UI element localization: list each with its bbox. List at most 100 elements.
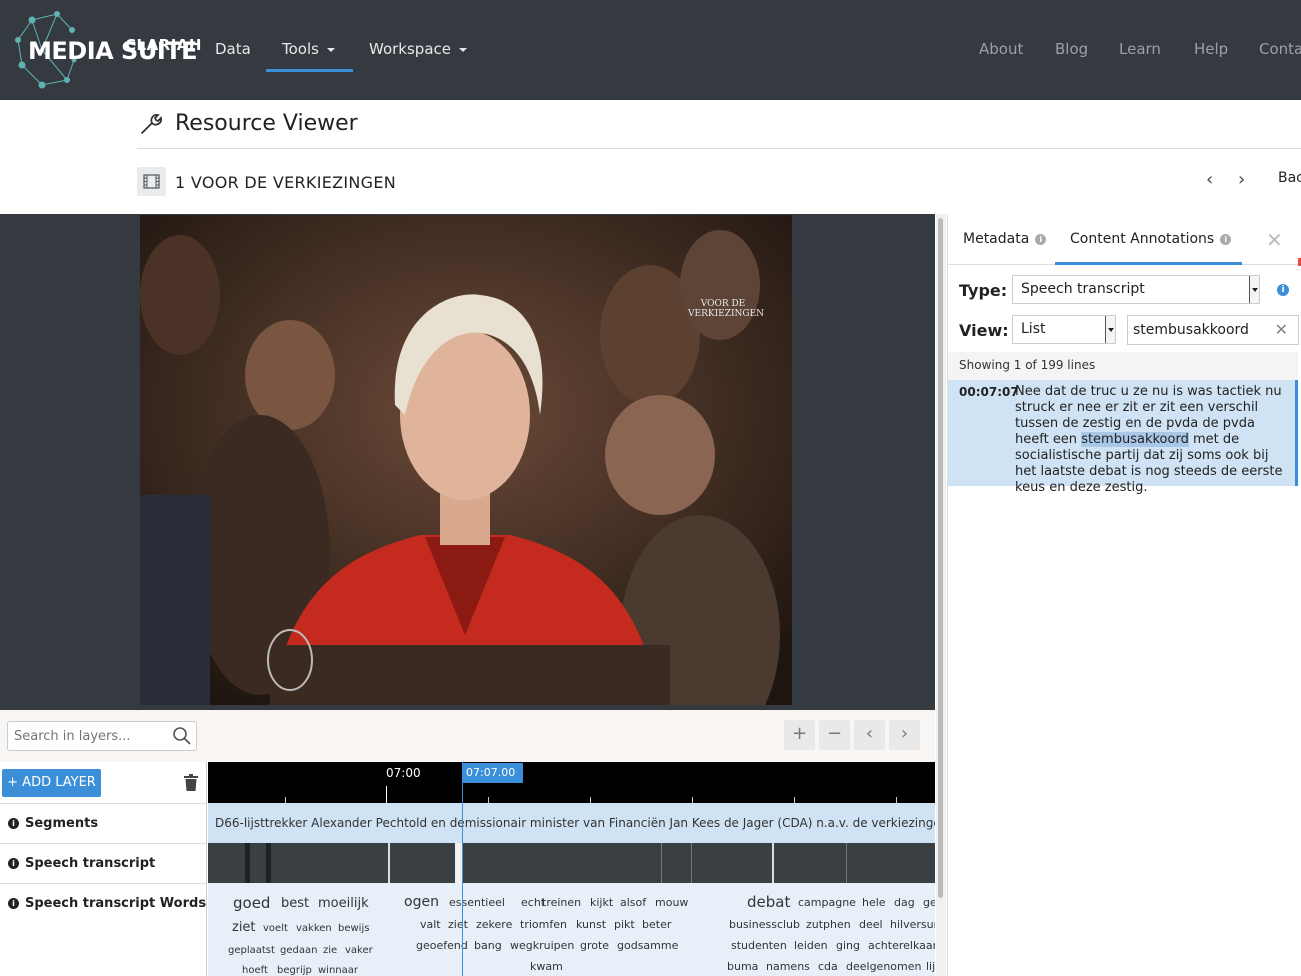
type-select[interactable]: Speech transcript	[1012, 275, 1260, 304]
word[interactable]: geplaatst	[228, 945, 275, 956]
word[interactable]: moeilijk	[318, 896, 369, 911]
info-icon[interactable]: i	[8, 898, 19, 909]
line-timestamp[interactable]: 00:07:07	[959, 385, 1019, 399]
nav-workspace[interactable]: Workspace	[369, 40, 467, 58]
word[interactable]: kijkt	[590, 896, 613, 909]
info-icon[interactable]: i	[8, 858, 19, 869]
word[interactable]: gedaan	[280, 945, 317, 956]
word[interactable]: bewijs	[338, 923, 369, 934]
info-icon[interactable]: i	[8, 818, 19, 829]
segment-item[interactable]: D66-lijsttrekker Alexander Pechtold en d…	[208, 803, 935, 843]
prev-resource-icon[interactable]: ‹	[1206, 169, 1213, 190]
trash-icon[interactable]	[183, 774, 199, 792]
word[interactable]: mouw	[655, 896, 688, 909]
back-button[interactable]: Bac	[1278, 170, 1301, 186]
info-icon[interactable]: i	[1035, 233, 1047, 245]
word[interactable]: deel	[859, 918, 883, 931]
word[interactable]: essentieel	[449, 896, 505, 909]
search-icon[interactable]	[172, 726, 192, 746]
media-suite-logo[interactable]: CLARIAH MEDIA SUITE	[12, 10, 201, 90]
word[interactable]: ge	[923, 896, 935, 909]
nav-blog[interactable]: Blog	[1055, 40, 1088, 58]
close-icon[interactable]: ✕	[1266, 228, 1283, 252]
timeline-ruler[interactable]: 07:00 07:07.00	[208, 762, 935, 803]
speech-transcript-track[interactable]	[208, 843, 935, 883]
layer-label-segments[interactable]: i Segments	[0, 803, 207, 843]
scrollbar-thumb[interactable]	[938, 218, 943, 898]
info-icon[interactable]: i	[1220, 233, 1232, 245]
word[interactable]: geoefend	[416, 939, 468, 952]
word-cloud[interactable]: goed best moeilijk ziet voelt vakken bew…	[208, 883, 390, 976]
word[interactable]: achterelkaar	[868, 939, 935, 952]
word[interactable]: goed	[233, 894, 270, 912]
word[interactable]: ziet	[448, 918, 468, 931]
word[interactable]: businessclub	[729, 918, 800, 931]
nav-learn[interactable]: Learn	[1119, 40, 1161, 58]
word[interactable]: kunst	[576, 918, 606, 931]
speech-segment[interactable]	[245, 843, 250, 883]
word[interactable]: kwam	[530, 960, 563, 973]
clear-icon[interactable]: ✕	[1275, 316, 1288, 344]
word[interactable]: hoeft	[242, 965, 268, 976]
tab-metadata[interactable]: Metadata i	[963, 231, 1047, 247]
word[interactable]: hilversur	[890, 918, 935, 931]
nav-about[interactable]: About	[979, 40, 1023, 58]
word[interactable]: best	[281, 896, 309, 911]
word[interactable]: namens	[766, 960, 810, 973]
nav-contact[interactable]: Conta	[1259, 40, 1301, 58]
word[interactable]: valt	[420, 918, 441, 931]
word[interactable]: studenten	[731, 939, 787, 952]
word-cloud[interactable]: ogen essentieel echt treinen kijkt alsof…	[391, 883, 701, 976]
word[interactable]: winnaar	[318, 965, 358, 976]
word[interactable]: ging	[836, 939, 860, 952]
word[interactable]: buma	[727, 960, 758, 973]
transcript-line[interactable]: 00:07:07 Nee dat de truc u ze nu is was …	[948, 380, 1298, 495]
word[interactable]: alsof	[620, 896, 646, 909]
panel-scrollbar[interactable]	[936, 214, 946, 976]
word[interactable]: hele	[862, 896, 886, 909]
layer-label-speech-transcript[interactable]: i Speech transcript	[0, 843, 207, 883]
word[interactable]: voelt	[263, 923, 288, 934]
video-frame[interactable]: VOOR DE VERKIEZINGEN	[140, 215, 792, 705]
view-select[interactable]: List	[1012, 315, 1116, 344]
info-icon[interactable]: i	[1277, 284, 1289, 296]
word[interactable]: ogen	[404, 894, 439, 910]
tab-content-annotations[interactable]: Content Annotations i	[1070, 231, 1232, 247]
word[interactable]: zie	[323, 945, 337, 956]
word[interactable]: dag	[894, 896, 915, 909]
word[interactable]: cda	[818, 960, 838, 973]
word[interactable]: treinen	[542, 896, 581, 909]
search-layers-input[interactable]	[14, 723, 174, 749]
nav-help[interactable]: Help	[1194, 40, 1228, 58]
word[interactable]: zekere	[476, 918, 512, 931]
word[interactable]: vakken	[296, 923, 332, 934]
word[interactable]: begrijp	[277, 965, 312, 976]
word[interactable]: ziet	[232, 920, 256, 935]
word[interactable]: godsamme	[617, 939, 678, 952]
word[interactable]: grote	[580, 939, 609, 952]
word[interactable]: leiden	[794, 939, 828, 952]
word[interactable]: bang	[474, 939, 502, 952]
word[interactable]: wegkruipen	[510, 939, 574, 952]
word[interactable]: debat	[747, 893, 790, 911]
word[interactable]: beter	[642, 918, 671, 931]
add-layer-button[interactable]: + ADD LAYER	[2, 769, 101, 797]
scroll-left-button[interactable]: ‹	[854, 720, 885, 750]
nav-tools[interactable]: Tools	[282, 40, 335, 58]
scroll-right-button[interactable]: ›	[889, 720, 920, 750]
word[interactable]: zutphen	[806, 918, 851, 931]
word-cloud[interactable]: debat campagne hele dag ge businessclub …	[702, 883, 935, 976]
playhead-line[interactable]	[462, 762, 463, 976]
next-resource-icon[interactable]: ›	[1238, 169, 1245, 190]
speech-segment[interactable]	[266, 843, 271, 883]
zoom-out-button[interactable]: −	[819, 720, 850, 750]
word[interactable]: triomfen	[520, 918, 567, 931]
word[interactable]: campagne	[798, 896, 856, 909]
word[interactable]: pikt	[614, 918, 635, 931]
annotation-filter-field[interactable]: stembusakkoord ✕	[1127, 315, 1299, 345]
word[interactable]: deelgenomen	[846, 960, 921, 973]
word[interactable]: vaker	[345, 945, 373, 956]
layer-label-speech-words[interactable]: i Speech transcript Words	[0, 883, 207, 923]
word[interactable]: lij	[926, 960, 935, 973]
zoom-in-button[interactable]: +	[784, 720, 815, 750]
